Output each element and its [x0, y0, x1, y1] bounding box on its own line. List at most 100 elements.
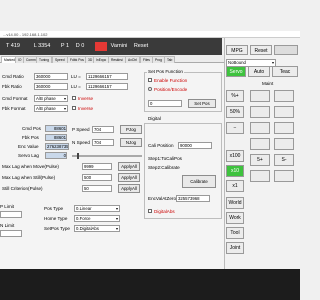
njog-button[interactable]: NJog: [120, 138, 142, 147]
x1-button[interactable]: x1: [226, 180, 244, 192]
auto-button[interactable]: Auto: [248, 66, 270, 77]
tab-tuning[interactable]: Tuning: [36, 56, 52, 63]
p-counter: P 1: [60, 43, 70, 49]
digital-group: [144, 123, 222, 219]
tab-axctrl[interactable]: AxCtrl: [125, 56, 140, 63]
calibrate-button[interactable]: Calibrate: [182, 175, 216, 188]
max-lag-move-input[interactable]: 9999: [82, 163, 112, 170]
speed-slider-knob[interactable]: [77, 153, 79, 159]
n-speed-input[interactable]: 704: [92, 139, 114, 146]
digital-abs-checkbox[interactable]: DigitalAbs: [148, 208, 175, 215]
axis-6-minus-button[interactable]: [274, 170, 294, 182]
enc-value-value: 276238735: [45, 143, 69, 150]
axis-5-minus-button[interactable]: S-: [274, 154, 294, 166]
servo-lag-label: Servo Lag: [18, 153, 39, 158]
position-encode-radio[interactable]: Position/Encode: [148, 86, 187, 93]
cmd-pos-label: Cmd Pos: [22, 126, 41, 131]
speed-50-percent-button[interactable]: 50%: [226, 106, 244, 118]
cmd-format-select[interactable]: A/B phase: [34, 95, 68, 102]
cmd-pos-value: 88601: [45, 125, 67, 132]
percent-minus-button[interactable]: −: [226, 122, 244, 134]
tab-speed[interactable]: Speed: [52, 56, 68, 63]
fbk-format-select[interactable]: A/B phase: [34, 105, 68, 112]
teach-button[interactable]: Teac: [272, 66, 298, 77]
p-limit-label: P Limit: [0, 204, 14, 209]
axis-2-minus-button[interactable]: [274, 106, 294, 118]
p-limit-input[interactable]: [0, 211, 22, 218]
alarm-indicator: [95, 42, 107, 51]
still-criterion-input[interactable]: 50: [82, 185, 112, 192]
cmd-ratio-input[interactable]: 360000: [34, 73, 68, 80]
cali-position-input[interactable]: 90000: [178, 142, 212, 149]
apply-all-button-3[interactable]: ApplyAll: [118, 184, 140, 193]
step2-label: Step2:Calibrate: [148, 165, 180, 170]
n-speed-label: N Speed: [72, 140, 90, 145]
setpos-type-label: SetPos Type: [44, 226, 70, 231]
apply-all-button-2[interactable]: ApplyAll: [118, 173, 140, 182]
extra-toolbar-button[interactable]: [274, 45, 298, 55]
window-title: ...v14.00 - 192.168.1.102: [0, 31, 300, 38]
cmd-ratio-label: Cmd Ratio: [2, 74, 24, 79]
enc-val-at-zero-label: EncValAtZero: [148, 196, 176, 201]
tab-reskirsi[interactable]: Reskirsi: [108, 56, 126, 63]
pos-type-label: Pos Type: [44, 206, 64, 211]
setpos-value-input[interactable]: 0: [148, 100, 182, 107]
apply-all-button-1[interactable]: ApplyAll: [118, 162, 140, 171]
fbk-lu-input[interactable]: 1129666157: [86, 83, 128, 90]
max-lag-still-input[interactable]: 500: [82, 174, 112, 181]
max-lag-still-label: Max Lag when Still(Pulse): [2, 175, 56, 180]
pos-type-select[interactable]: 0.Linear: [74, 205, 120, 212]
home-type-select[interactable]: 0.Force: [74, 215, 120, 222]
axis-6-plus-button[interactable]: [250, 170, 270, 182]
fbk-ratio-label: Fbk Ratio: [2, 84, 22, 89]
fbk-pos-value: 88601: [45, 134, 67, 141]
tab-fdbk-pos[interactable]: Fdbk Pos: [67, 56, 87, 63]
axis-2-plus-button[interactable]: [250, 106, 270, 118]
axis-3-plus-button[interactable]: [250, 122, 270, 134]
t-counter: T 419: [6, 43, 20, 49]
set-pos-button[interactable]: Set Pos: [188, 99, 216, 108]
servo-button[interactable]: Servo: [226, 66, 246, 77]
step1-label: Step1:ToCaliPos: [148, 156, 182, 161]
right-reset-button[interactable]: Reset: [250, 45, 272, 55]
tab-tab[interactable]: Tab: [164, 56, 176, 63]
cmd-format-label: Cmd Format: [2, 96, 28, 101]
axis-1-plus-button[interactable]: [250, 90, 270, 102]
n-limit-input[interactable]: [0, 230, 22, 237]
reset-button[interactable]: Reset: [132, 42, 150, 51]
home-type-label: Home Type: [44, 216, 68, 221]
axis-3-minus-button[interactable]: [274, 122, 294, 134]
cmd-lu-input[interactable]: 1129666157: [86, 73, 128, 80]
inverse-checkbox-1[interactable]: Inverse: [72, 95, 93, 102]
world-button[interactable]: World: [226, 197, 244, 209]
d-counter: D 0: [75, 43, 85, 49]
varnini-label: Varnini: [110, 43, 128, 49]
enc-value-label: Enc Value: [18, 144, 39, 149]
mpg-button[interactable]: MPG: [226, 45, 248, 55]
setpos-type-select[interactable]: 0.DigitalAbs: [74, 225, 120, 232]
fbk-ratio-input[interactable]: 360000: [34, 83, 68, 90]
maint-label: Maint: [262, 81, 274, 86]
l-counter: L 3354: [33, 43, 51, 49]
axis-4-minus-button[interactable]: [274, 138, 294, 150]
inverse-checkbox-2[interactable]: Inverse: [72, 105, 93, 112]
enable-function-checkbox[interactable]: Enable Function: [148, 77, 187, 84]
setpos-group-title: Set Pos Function: [147, 68, 184, 75]
percent-plus-button[interactable]: %+: [226, 90, 244, 102]
enc-val-at-zero-value: 325573968: [176, 195, 210, 202]
cali-position-label: Cali Position: [148, 143, 174, 148]
max-lag-move-label: Max Lag when Move(Pulse): [2, 164, 59, 169]
axis-1-minus-button[interactable]: [274, 90, 294, 102]
axis-4-plus-button[interactable]: [250, 138, 270, 150]
axis-5-plus-button[interactable]: 5+: [250, 154, 270, 166]
pjog-button[interactable]: PJog: [120, 125, 142, 134]
x100-button[interactable]: x100: [226, 150, 244, 162]
joint-button[interactable]: Joint: [226, 242, 244, 254]
tool-button[interactable]: Tool: [226, 227, 244, 239]
speed-slider-track[interactable]: [72, 155, 142, 157]
tab-inexpo[interactable]: InExpo: [93, 56, 110, 63]
x10-button[interactable]: x10: [226, 165, 244, 177]
p-speed-input[interactable]: 704: [92, 126, 114, 133]
os-taskbar: [0, 269, 300, 300]
work-button[interactable]: Work: [226, 212, 244, 224]
